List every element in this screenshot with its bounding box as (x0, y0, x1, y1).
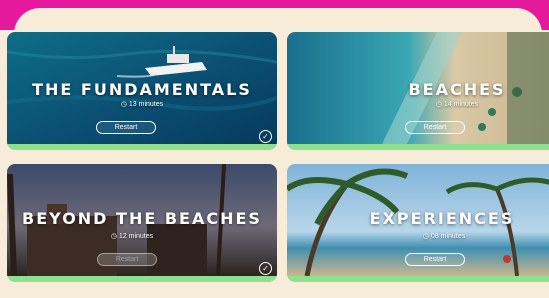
card-title: THE FUNDAMENTALS (32, 80, 252, 99)
card-duration: ◷ 08 minutes (331, 232, 549, 240)
card-duration: ◷ 14 minutes (357, 100, 549, 108)
duration-text: 12 minutes (118, 233, 154, 240)
duration-text: 13 minutes (128, 101, 164, 108)
progress-bar (287, 276, 549, 282)
check-circle-icon: ✓ (259, 262, 272, 275)
module-card-experiences[interactable]: EXPERIENCES ◷ 08 minutes Restart (287, 164, 549, 282)
progress-bar (287, 144, 549, 150)
progress-bar (7, 276, 277, 282)
clock-icon: ◷ (422, 233, 431, 240)
module-card-beaches[interactable]: BEACHES ◷ 14 minutes Restart (287, 32, 549, 150)
restart-button[interactable]: Restart (96, 121, 156, 134)
card-title: EXPERIENCES (369, 209, 515, 228)
card-title: BEACHES (408, 80, 506, 99)
duration-text: 08 minutes (430, 233, 466, 240)
card-duration: ◷ 12 minutes (7, 232, 277, 240)
restart-button[interactable]: Restart (405, 121, 465, 134)
module-card-beyond-the-beaches[interactable]: BEYOND THE BEACHES ◷ 12 minutes Restart … (7, 164, 277, 282)
card-duration: ◷ 13 minutes (7, 100, 277, 108)
clock-icon: ◷ (435, 101, 444, 108)
restart-button[interactable]: Restart (97, 253, 157, 266)
card-title: BEYOND THE BEACHES (22, 209, 262, 228)
page: THE FUNDAMENTALS ◷ 13 minutes Restart ✓ (0, 0, 549, 298)
progress-bar (7, 144, 277, 150)
clock-icon: ◷ (110, 233, 119, 240)
check-circle-icon: ✓ (259, 130, 272, 143)
duration-text: 14 minutes (443, 101, 479, 108)
restart-button[interactable]: Restart (405, 253, 465, 266)
module-card-fundamentals[interactable]: THE FUNDAMENTALS ◷ 13 minutes Restart ✓ (7, 32, 277, 150)
clock-icon: ◷ (120, 101, 129, 108)
